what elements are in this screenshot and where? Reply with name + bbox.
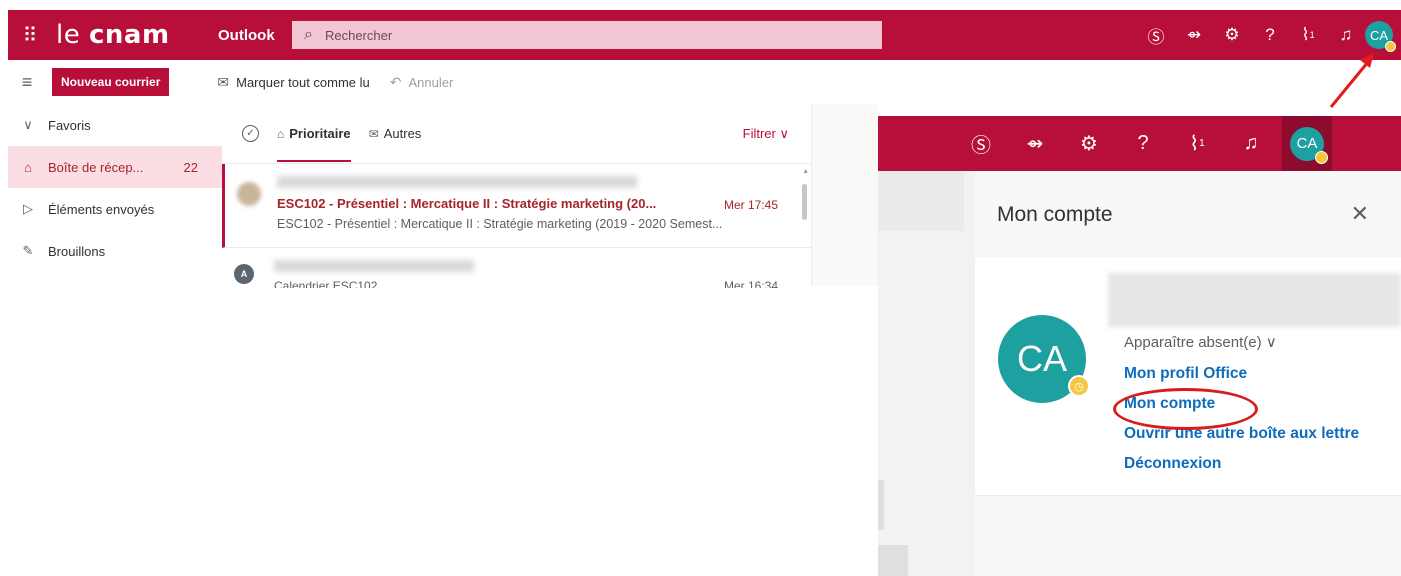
away-status-icon: ◷: [1068, 375, 1090, 397]
scrollbar[interactable]: [802, 184, 807, 220]
inbox-icon: ⌂: [24, 159, 32, 175]
top-header-zoomed: Ⓢ ⇴ ⚙ ? ⌇ 1 ♫ CA: [878, 116, 1401, 171]
whats-new-icon[interactable]: ⌇ 1: [1289, 10, 1327, 60]
header-icons: Ⓢ ⇴ ⚙ ? ⌇ 1 ♫ CA: [1137, 10, 1401, 60]
message-subject: Calendrier ESC102: [274, 279, 378, 288]
sidebar-item-favoris[interactable]: ∨ Favoris: [8, 104, 222, 146]
search-icon: ⌕: [304, 26, 313, 43]
highlight-ellipse: [1113, 388, 1258, 430]
unread-count: 22: [183, 159, 198, 175]
mark-all-read-button[interactable]: ✉ Marquer tout comme lu: [217, 74, 369, 91]
user-name-blurred: [1108, 273, 1401, 327]
sidebar-item-drafts[interactable]: ✎ Brouillons: [8, 230, 222, 272]
filter-button[interactable]: Filtrer ∨: [743, 126, 789, 142]
notifications-icon[interactable]: ♫: [1224, 116, 1278, 171]
help-icon[interactable]: ?: [1251, 10, 1289, 60]
folder-pane: ∨ Favoris ⌂ Boîte de récep... 22 ▷ Éléme…: [8, 104, 222, 286]
envelope-open-icon: ✉: [217, 73, 230, 90]
tab-focused[interactable]: ⌂ Prioritaire: [277, 104, 351, 164]
undo-icon: ↶: [389, 73, 402, 90]
app-name[interactable]: Outlook: [218, 27, 292, 44]
scroll-up-icon[interactable]: ▲: [802, 168, 809, 175]
account-panel: Mon compte ✕ CA ◷ Apparaître absent(e) ∨…: [975, 171, 1401, 576]
inbox-tabs: ✓ ⌂ Prioritaire ✉ Autres Filtrer ∨: [222, 104, 811, 164]
message-list: ✓ ⌂ Prioritaire ✉ Autres Filtrer ∨ ESC10…: [222, 104, 812, 288]
top-header: ⠿ le cnam Outlook ⌕ Rechercher Ⓢ ⇴ ⚙ ? ⌇…: [8, 10, 1401, 60]
command-bar: ≡ Nouveau courrier ✉ Marquer tout comme …: [8, 60, 878, 104]
chevron-down-icon: ∨: [23, 117, 33, 132]
avatar-large: CA ◷: [998, 315, 1090, 403]
background-strip: [878, 171, 964, 231]
sender-avatar: A: [234, 264, 254, 284]
focused-inbox-icon: ⌂: [277, 126, 285, 141]
settings-icon[interactable]: ⚙: [1062, 116, 1116, 171]
sender-name-blurred: [277, 176, 637, 188]
notifications-icon[interactable]: ♫: [1327, 10, 1365, 60]
presence-dropdown[interactable]: Apparaître absent(e) ∨: [1124, 333, 1277, 351]
sign-out-link[interactable]: Déconnexion: [1124, 455, 1221, 473]
to-do-icon[interactable]: ⇴: [1008, 116, 1062, 171]
background-shape: [878, 545, 908, 576]
panel-title: Mon compte: [997, 203, 1113, 226]
help-icon[interactable]: ?: [1116, 116, 1170, 171]
avatar[interactable]: CA: [1365, 21, 1396, 52]
panel-footer: [975, 495, 1401, 576]
settings-icon[interactable]: ⚙: [1213, 10, 1251, 60]
message-time: Mer 16:34: [723, 279, 778, 288]
away-status-icon: [1315, 150, 1328, 164]
search-input[interactable]: ⌕ Rechercher: [292, 21, 882, 49]
tab-other[interactable]: ✉ Autres: [369, 104, 422, 164]
search-placeholder: Rechercher: [324, 27, 393, 43]
cnam-logo[interactable]: le cnam: [56, 20, 208, 50]
skype-icon[interactable]: Ⓢ: [1137, 10, 1175, 60]
sidebar-item-sent[interactable]: ▷ Éléments envoyés: [8, 188, 222, 230]
office-profile-link[interactable]: Mon profil Office: [1124, 365, 1247, 383]
away-status-icon: [1385, 41, 1396, 52]
message-time: Mer 17:45: [723, 198, 778, 212]
skype-icon[interactable]: Ⓢ: [954, 116, 1008, 171]
message-subject: ESC102 - Présentiel : Mercatique II : St…: [277, 196, 657, 211]
list-item[interactable]: A Calendrier ESC102 Mer 16:34: [222, 248, 811, 288]
close-icon[interactable]: ✕: [1351, 201, 1369, 227]
avatar-button[interactable]: CA: [1282, 116, 1332, 171]
sent-icon: ▷: [23, 201, 33, 216]
background-shape: [878, 480, 884, 530]
list-item[interactable]: ESC102 - Présentiel : Mercatique II : St…: [222, 164, 811, 248]
message-preview: ESC102 - Présentiel : Mercatique II : St…: [277, 217, 723, 231]
sender-avatar: [237, 182, 261, 206]
arrow-line: [1329, 61, 1370, 108]
whats-new-icon[interactable]: ⌇ 1: [1170, 116, 1224, 171]
new-mail-button[interactable]: Nouveau courrier: [52, 68, 170, 96]
select-all-checkbox[interactable]: ✓: [242, 125, 259, 142]
hamburger-menu-icon[interactable]: ≡: [8, 72, 46, 93]
pencil-icon: ✎: [22, 243, 34, 258]
reading-pane: [812, 104, 878, 286]
app-launcher-icon[interactable]: ⠿: [8, 23, 52, 48]
header-icons-zoomed: Ⓢ ⇴ ⚙ ? ⌇ 1 ♫ CA: [954, 116, 1332, 171]
avatar: CA: [1290, 126, 1328, 164]
sidebar-item-inbox[interactable]: ⌂ Boîte de récep... 22: [8, 146, 222, 188]
account-card: CA ◷ Apparaître absent(e) ∨ Mon profil O…: [975, 257, 1401, 495]
undo-button[interactable]: ↶ Annuler: [390, 74, 454, 91]
to-do-icon[interactable]: ⇴: [1175, 10, 1213, 60]
sender-name-blurred: [274, 260, 474, 272]
mail-icon: ✉: [368, 126, 379, 141]
